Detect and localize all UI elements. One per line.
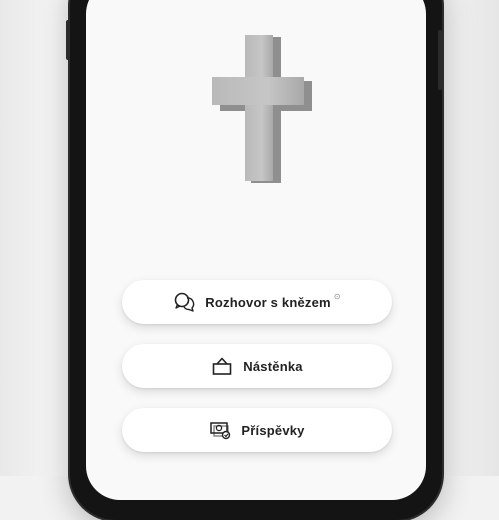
phone-screen: Rozhovor s knězem ⊙ Nástěnka Příspěvky <box>86 0 426 500</box>
chat-with-priest-label: Rozhovor s knězem <box>205 294 331 310</box>
chat-with-priest-button[interactable]: Rozhovor s knězem ⊙ <box>122 280 392 324</box>
contributions-label: Příspěvky <box>241 422 305 438</box>
phone-power-button <box>438 30 442 90</box>
noticeboard-button[interactable]: Nástěnka <box>122 344 392 388</box>
main-menu: Rozhovor s knězem ⊙ Nástěnka Příspěvky <box>122 280 392 472</box>
bag-icon <box>211 355 233 377</box>
info-badge-icon: ⊙ <box>333 291 341 301</box>
contributions-button[interactable]: Příspěvky <box>122 408 392 452</box>
chat-bubbles-icon <box>173 291 195 313</box>
cross-icon <box>212 35 312 185</box>
phone-volume-button <box>66 20 70 60</box>
noticeboard-label: Nástěnka <box>243 358 303 374</box>
donation-icon <box>209 419 231 441</box>
